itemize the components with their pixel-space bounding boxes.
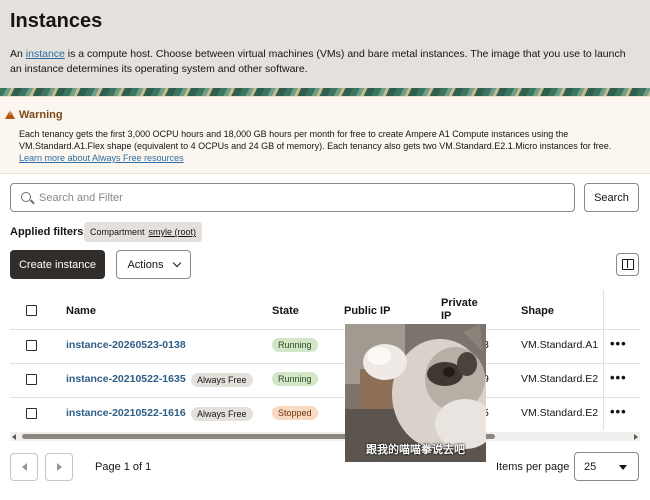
- next-page-button[interactable]: [45, 453, 73, 481]
- scroll-left-icon[interactable]: [12, 434, 16, 440]
- dropdown-arrow-icon: [619, 465, 627, 470]
- shape-cell: VM.Standard.A1: [521, 339, 599, 351]
- column-divider: [603, 290, 604, 430]
- row-divider: [10, 397, 640, 398]
- horizontal-scrollbar[interactable]: [10, 432, 640, 441]
- intro-text-end: is a compute host. Choose between virtua…: [10, 48, 626, 75]
- intro-text-start: An: [10, 48, 26, 60]
- chevron-right-icon: [56, 463, 62, 471]
- row-actions-menu[interactable]: •••: [610, 336, 627, 351]
- search-button[interactable]: Search: [584, 183, 639, 212]
- warning-icon: !: [5, 110, 15, 119]
- warning-text: Each tenancy gets the first 3,000 OCPU h…: [19, 129, 612, 151]
- meme-caption: 跟我的喵喵拳说去吧: [366, 444, 465, 456]
- scroll-right-icon[interactable]: [634, 434, 638, 440]
- warning-title: Warning: [19, 109, 63, 121]
- intro-text: An instance is a compute host. Choose be…: [10, 47, 640, 77]
- chevron-left-icon: [21, 463, 27, 471]
- row-divider: [10, 329, 640, 330]
- applied-filters-label: Applied filters: [10, 226, 84, 238]
- always-free-badge: Always Free: [191, 407, 253, 421]
- always-free-link[interactable]: Learn more about Always Free resources: [19, 153, 184, 163]
- always-free-badge: Always Free: [191, 373, 253, 387]
- columns-icon: [621, 259, 634, 270]
- column-header-state[interactable]: State: [272, 305, 299, 317]
- instances-table: Name State Public IP Private IP Shape in…: [10, 290, 640, 430]
- shape-cell: VM.Standard.E2: [521, 373, 599, 385]
- row-checkbox[interactable]: [26, 408, 37, 419]
- column-header-name[interactable]: Name: [66, 305, 96, 317]
- column-settings-button[interactable]: [616, 253, 639, 276]
- warning-body: Each tenancy gets the first 3,000 OCPU h…: [19, 128, 634, 164]
- items-per-page-select[interactable]: 25: [574, 452, 639, 481]
- status-badge: Running: [272, 338, 318, 352]
- column-header-public-ip[interactable]: Public IP: [344, 305, 390, 317]
- search-input[interactable]: [39, 189, 559, 207]
- chevron-down-icon: [172, 258, 181, 267]
- items-per-page-label: Items per page: [496, 461, 570, 473]
- column-header-shape[interactable]: Shape: [521, 305, 554, 317]
- chip-value[interactable]: smyle (root): [149, 227, 197, 237]
- search-field[interactable]: [10, 183, 575, 212]
- search-icon: [21, 192, 31, 202]
- items-per-page-value: 25: [584, 460, 597, 473]
- shape-cell: VM.Standard.E2: [521, 407, 599, 419]
- page-title: Instances: [10, 10, 103, 32]
- row-actions-menu[interactable]: •••: [610, 370, 627, 385]
- status-badge: Running: [272, 372, 318, 386]
- instance-link[interactable]: instance: [26, 48, 65, 60]
- instance-name-link[interactable]: instance-20260523-0138: [66, 339, 186, 351]
- instance-name-link[interactable]: instance-20210522-1635: [66, 373, 186, 385]
- cat-meme-image: 跟我的喵喵拳说去吧: [345, 324, 486, 462]
- chip-key: Compartment: [90, 227, 145, 237]
- create-instance-button[interactable]: Create instance: [10, 250, 105, 279]
- actions-label: Actions: [127, 258, 164, 271]
- actions-menu-button[interactable]: Actions: [116, 250, 191, 279]
- instance-name-link[interactable]: instance-20210522-1616: [66, 407, 186, 419]
- row-divider: [10, 363, 640, 364]
- row-checkbox[interactable]: [26, 340, 37, 351]
- page-info: Page 1 of 1: [95, 461, 152, 473]
- status-badge: Stopped: [272, 406, 318, 420]
- select-all-checkbox[interactable]: [26, 305, 37, 316]
- row-checkbox[interactable]: [26, 374, 37, 385]
- previous-page-button[interactable]: [10, 453, 38, 481]
- decorative-strip: [0, 88, 650, 96]
- row-actions-menu[interactable]: •••: [610, 404, 627, 419]
- compartment-filter-chip[interactable]: Compartment smyle (root): [84, 222, 203, 242]
- column-header-private-ip[interactable]: Private IP: [441, 297, 481, 323]
